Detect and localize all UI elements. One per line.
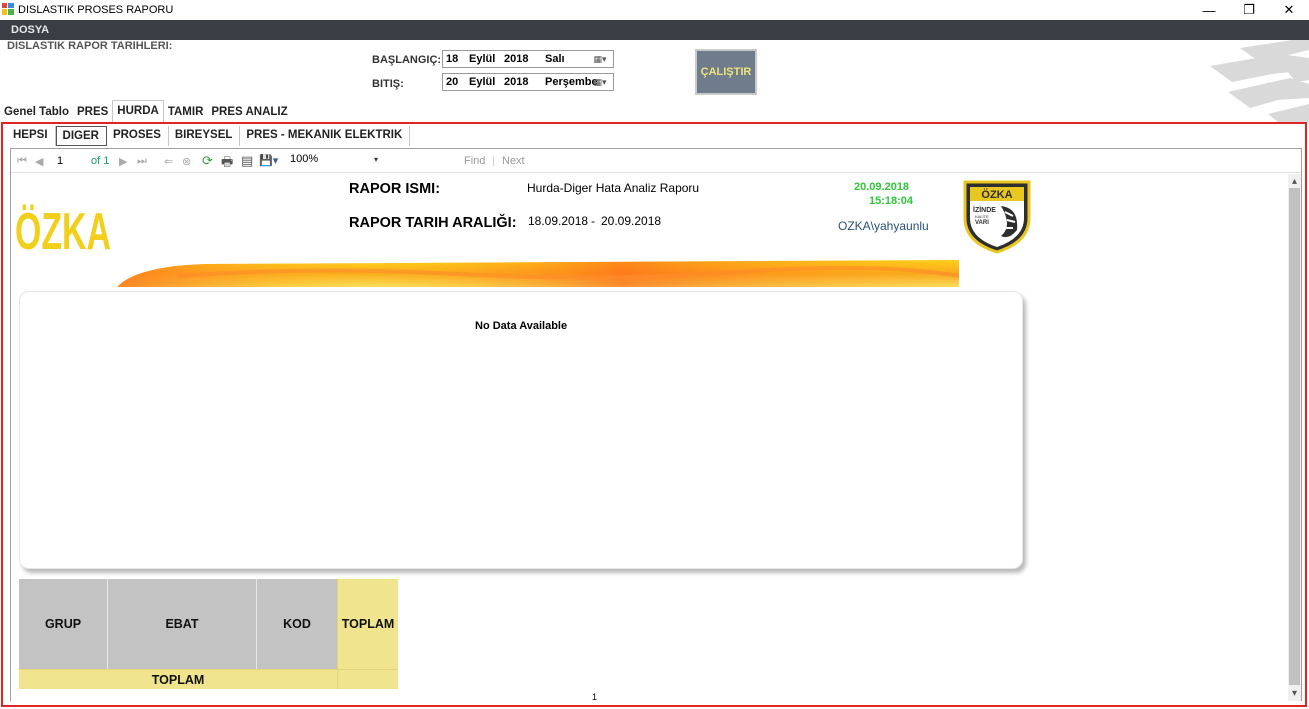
title-bar: DISLASTIK PROSES RAPORU — ❐ ✕ bbox=[0, 0, 1309, 20]
end-date-label: BITIŞ: bbox=[372, 78, 404, 90]
start-date-label: BAŞLANGIÇ: bbox=[372, 54, 442, 66]
subtab-proses[interactable]: PROSES bbox=[107, 126, 169, 146]
tab-tamir[interactable]: TAMIR bbox=[164, 102, 208, 122]
svg-text:VARI: VARI bbox=[975, 220, 989, 226]
subtab-diger[interactable]: DIGER bbox=[55, 126, 107, 146]
report-user: OZKA\yahyaunlu bbox=[838, 219, 929, 233]
start-date-picker[interactable]: 18 Eylül 2018 Salı ▦▾ bbox=[442, 50, 614, 68]
end-month: Eylül bbox=[469, 76, 496, 88]
start-year: 2018 bbox=[504, 53, 529, 65]
prev-page-icon[interactable]: ◀ bbox=[35, 155, 43, 168]
refresh-icon[interactable]: ⟳ bbox=[202, 153, 213, 169]
report-date-range-label: RAPOR TARIH ARALIĞI: bbox=[349, 215, 517, 231]
report-range-start: 18.09.2018 bbox=[528, 214, 589, 228]
back-icon[interactable]: ⇐ bbox=[164, 155, 173, 168]
vertical-scrollbar[interactable]: ▴ ▾ bbox=[1288, 174, 1301, 701]
report-toolbar: ⏮ ◀ of 1 ▶ ⏭ ⇐ ⊗ ⟳ 🖶 ▤ 💾▾ 100% ▾ Find | … bbox=[11, 149, 1301, 173]
matrix-total-cell bbox=[337, 669, 398, 689]
subtab-bireysel[interactable]: BIREYSEL bbox=[169, 126, 241, 146]
maximize-button[interactable]: ❐ bbox=[1227, 0, 1271, 20]
menu-bar: DOSYA bbox=[0, 20, 1309, 40]
zoom-select[interactable]: 100% bbox=[290, 153, 384, 169]
menu-dosya[interactable]: DOSYA bbox=[11, 24, 49, 36]
no-data-panel: No Data Available bbox=[19, 291, 1023, 569]
report-range-end: 20.09.2018 bbox=[601, 214, 662, 228]
find-next-button[interactable]: Next bbox=[502, 155, 525, 167]
stop-icon[interactable]: ⊗ bbox=[182, 155, 191, 168]
svg-text:KALİTE: KALİTE bbox=[975, 214, 989, 219]
report-viewer: ⏮ ◀ of 1 ▶ ⏭ ⇐ ⊗ ⟳ 🖶 ▤ 💾▾ 100% ▾ Find | … bbox=[10, 148, 1302, 701]
matrix-header-grup: GRUP bbox=[19, 579, 108, 669]
scroll-thumb[interactable] bbox=[1289, 188, 1300, 685]
app-icon bbox=[2, 3, 14, 15]
start-day: 18 bbox=[446, 53, 459, 65]
page-count: of 1 bbox=[91, 155, 110, 167]
page-number-input[interactable] bbox=[55, 153, 85, 168]
no-data-message: No Data Available bbox=[475, 320, 568, 332]
ozka-logo: ÖZKA bbox=[15, 203, 111, 257]
close-button[interactable]: ✕ bbox=[1267, 0, 1309, 20]
subtab-hepsi[interactable]: HEPSI bbox=[7, 126, 56, 146]
window-title: DISLASTIK PROSES RAPORU bbox=[18, 4, 174, 16]
tab-pres-analiz[interactable]: PRES ANALIZ bbox=[207, 102, 291, 122]
zoom-dropdown-icon[interactable]: ▾ bbox=[374, 155, 378, 164]
report-page: ÖZKA RAPOR ISMI: Hurda-Diger Hata Analiz… bbox=[11, 174, 1288, 701]
date-header-panel: DISLASTIK RAPOR TARIHLERI: BAŞLANGIÇ: BI… bbox=[0, 40, 1309, 100]
tab-hurda[interactable]: HURDA bbox=[112, 100, 164, 122]
main-tab-strip: Genel Tablo PRES HURDA TAMIR PRES ANALIZ bbox=[0, 100, 292, 122]
quality-badge-icon: ÖZKA İZİNDE KALİTE VARI bbox=[963, 180, 1031, 254]
report-name-value: Hurda-Diger Hata Analiz Raporu bbox=[527, 181, 700, 195]
tire-tread-icon bbox=[1210, 40, 1309, 122]
find-button[interactable]: Find bbox=[464, 155, 485, 167]
matrix-header-kod: KOD bbox=[257, 579, 337, 669]
matrix-header-ebat: EBAT bbox=[108, 579, 257, 669]
matrix-total-row: TOPLAM bbox=[19, 669, 337, 689]
svg-text:ÖZKA: ÖZKA bbox=[981, 188, 1012, 201]
sub-tab-strip: HEPSI DIGER PROSES BIREYSEL PRES - MEKAN… bbox=[7, 126, 411, 146]
hurda-tab-content: HEPSI DIGER PROSES BIREYSEL PRES - MEKAN… bbox=[1, 122, 1307, 707]
page-footer-number: 1 bbox=[592, 692, 598, 701]
svg-text:ÖZKA: ÖZKA bbox=[15, 203, 111, 257]
end-date-picker[interactable]: 20 Eylül 2018 Perşembe ▦▾ bbox=[442, 73, 614, 91]
scroll-up-icon[interactable]: ▴ bbox=[1288, 174, 1301, 188]
calendar-dropdown-icon[interactable]: ▦▾ bbox=[590, 76, 610, 88]
tab-genel-tablo[interactable]: Genel Tablo bbox=[0, 102, 73, 122]
end-day: 20 bbox=[446, 76, 459, 88]
minimize-button[interactable]: — bbox=[1187, 0, 1231, 20]
print-icon[interactable]: 🖶 bbox=[221, 153, 233, 175]
scroll-down-icon[interactable]: ▾ bbox=[1288, 686, 1301, 700]
end-year: 2018 bbox=[504, 76, 529, 88]
next-page-icon[interactable]: ▶ bbox=[119, 155, 127, 168]
matrix-header-toplam: TOPLAM bbox=[337, 579, 398, 669]
export-icon[interactable]: 💾▾ bbox=[259, 154, 278, 167]
run-button[interactable]: ÇALIŞTIR bbox=[695, 49, 757, 95]
start-weekday: Salı bbox=[545, 53, 565, 65]
calendar-dropdown-icon[interactable]: ▦▾ bbox=[590, 53, 610, 65]
last-page-icon[interactable]: ⏭ bbox=[137, 155, 147, 168]
subtab-pres-mekanik-elektrik[interactable]: PRES - MEKANIK ELEKTRIK bbox=[240, 126, 411, 146]
flame-banner bbox=[117, 260, 959, 287]
tab-pres[interactable]: PRES bbox=[73, 102, 112, 122]
print-time: 15:18:04 bbox=[869, 195, 914, 207]
first-page-icon[interactable]: ⏮ bbox=[17, 155, 27, 168]
start-month: Eylül bbox=[469, 53, 496, 65]
print-layout-icon[interactable]: ▤ bbox=[241, 153, 253, 169]
report-range-separator: - bbox=[591, 214, 595, 228]
print-date: 20.09.2018 bbox=[854, 181, 910, 193]
svg-text:İZİNDE: İZİNDE bbox=[973, 206, 996, 214]
report-dates-title: DISLASTIK RAPOR TARIHLERI: bbox=[7, 40, 173, 52]
report-name-label: RAPOR ISMI: bbox=[349, 181, 441, 197]
summary-matrix: GRUP EBAT KOD TOPLAM TOPLAM bbox=[19, 579, 398, 689]
find-separator: | bbox=[492, 155, 495, 167]
